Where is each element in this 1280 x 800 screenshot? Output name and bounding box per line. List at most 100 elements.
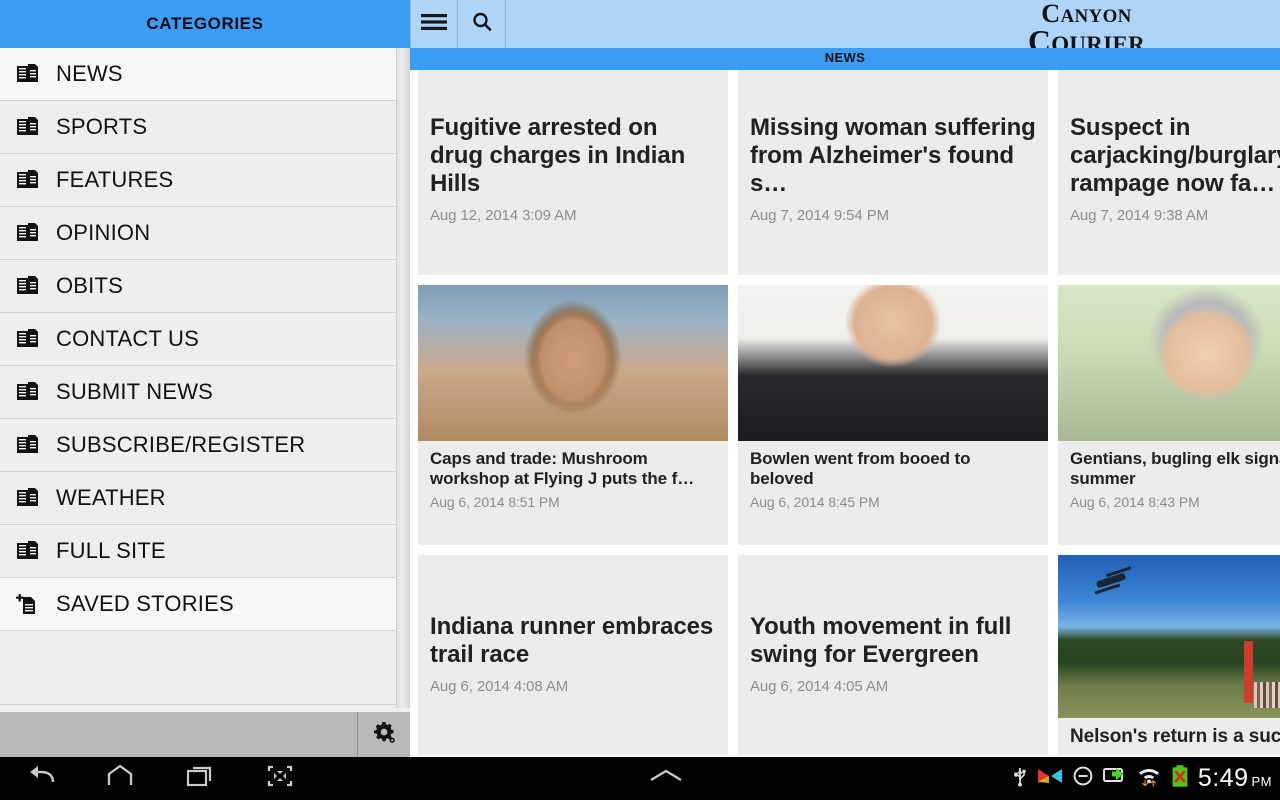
tab-news[interactable]: NEWS <box>410 50 1280 65</box>
back-arrow-icon <box>23 763 57 794</box>
search-icon <box>470 10 494 39</box>
expand-status-bar-button[interactable] <box>320 766 1012 791</box>
article-title: Suspect in carjacking/burglary rampage n… <box>1070 114 1280 198</box>
wifi-icon <box>1136 764 1162 793</box>
article-card[interactable]: Gentians, bugling elk signal end of summ… <box>1058 285 1280 545</box>
article-title: Gentians, bugling elk signal end of summ… <box>1070 449 1280 489</box>
sidebar-item-news[interactable]: NEWS <box>0 48 410 101</box>
article-card[interactable]: Caps and trade: Mushroom workshop at Fly… <box>418 285 728 545</box>
documents-icon <box>14 167 40 193</box>
drawer-title: CATEGORIES <box>0 0 410 48</box>
home-icon <box>105 763 135 794</box>
article-card[interactable]: Bowlen went from booed to beloved Aug 6,… <box>738 285 1048 545</box>
sidebar-item-label: SAVED STORIES <box>56 591 234 616</box>
sidebar-item-weather[interactable]: WEATHER <box>0 472 410 525</box>
article-date: Aug 12, 2014 3:09 AM <box>430 207 577 225</box>
woman-photo <box>1058 285 1280 441</box>
article-thumbnail <box>738 285 1048 441</box>
crowd-detail <box>1254 682 1280 708</box>
sidebar-item-sports[interactable]: SPORTS <box>0 101 410 154</box>
sidebar-item-label: SPORTS <box>56 114 148 139</box>
helicopter-race-photo <box>1058 555 1280 718</box>
sidebar-item-submit-news[interactable]: SUBMIT NEWS <box>0 366 410 419</box>
documents-icon <box>14 538 40 564</box>
drawer-item-list: NEWS SPORTS FEATURES OPINION OBITS CONTA… <box>0 48 410 705</box>
article-card[interactable]: Nelson's return is a success <box>1058 555 1280 755</box>
sidebar-item-label: CONTACT US <box>56 326 199 351</box>
article-title: Youth movement in full swing for Evergre… <box>750 613 1012 669</box>
article-card-body: Missing woman suffering from Alzheimer's… <box>738 70 1048 234</box>
drawer-footer-bar <box>0 712 410 757</box>
girl-photo <box>418 285 728 441</box>
article-grid: Fugitive arrested on drug charges in Ind… <box>410 70 1280 757</box>
recent-apps-button[interactable] <box>160 757 240 800</box>
sidebar-item-obits[interactable]: OBITS <box>0 260 410 313</box>
category-tab-bar[interactable]: NEWS <box>410 48 1280 70</box>
screenshot-icon <box>266 763 294 794</box>
document-add-icon <box>14 591 40 617</box>
drawer-scrollbar[interactable] <box>396 48 410 708</box>
sidebar-item-label: OPINION <box>56 220 151 245</box>
article-content-pane: CANYON COURIER NEWS Fugitive arrested on… <box>410 0 1280 757</box>
sidebar-item-saved-stories[interactable]: SAVED STORIES <box>0 578 410 631</box>
battery-error-icon <box>1170 764 1190 793</box>
article-card[interactable]: Fugitive arrested on drug charges in Ind… <box>418 70 728 275</box>
navigation-drawer: CATEGORIES NEWS SPORTS FEATURES OPINION … <box>0 0 410 757</box>
hamburger-menu-button[interactable] <box>410 0 458 48</box>
article-card[interactable]: Suspect in carjacking/burglary rampage n… <box>1058 70 1280 275</box>
article-card-body: Caps and trade: Mushroom workshop at Fly… <box>418 441 728 518</box>
article-title: Caps and trade: Mushroom workshop at Fly… <box>430 449 695 489</box>
sidebar-item-label: WEATHER <box>56 485 166 510</box>
sidebar-item-label: OBITS <box>56 273 124 298</box>
hamburger-menu-icon <box>419 11 449 38</box>
drawer-empty-space <box>0 631 410 705</box>
sidebar-item-subscribe-register[interactable]: SUBSCRIBE/REGISTER <box>0 419 410 472</box>
sidebar-item-label: FULL SITE <box>56 538 166 563</box>
man-photo <box>738 285 1048 441</box>
article-card-body: Fugitive arrested on drug charges in Ind… <box>418 70 728 234</box>
article-date: Aug 6, 2014 8:51 PM <box>430 493 560 510</box>
article-date: Aug 7, 2014 9:54 PM <box>750 207 890 225</box>
article-row-2: Caps and trade: Mushroom workshop at Fly… <box>410 285 1280 545</box>
search-button[interactable] <box>458 0 506 48</box>
article-date: Aug 6, 2014 4:05 AM <box>750 678 889 696</box>
sidebar-item-label: NEWS <box>56 61 123 86</box>
documents-icon <box>14 432 40 458</box>
documents-icon <box>14 114 40 140</box>
sidebar-item-features[interactable]: FEATURES <box>0 154 410 207</box>
article-title: Bowlen went from booed to beloved <box>750 449 971 489</box>
home-button[interactable] <box>80 757 160 800</box>
article-card[interactable]: Missing woman suffering from Alzheimer's… <box>738 70 1048 275</box>
drawer-footer-spacer <box>0 712 358 757</box>
sidebar-item-full-site[interactable]: FULL SITE <box>0 525 410 578</box>
screenshot-button[interactable] <box>240 757 320 800</box>
article-row-3: Indiana runner embraces trail race Aug 6… <box>410 555 1280 755</box>
android-navigation-bar: 5:49 PM <box>0 757 1280 800</box>
article-thumbnail <box>1058 285 1280 441</box>
sidebar-item-opinion[interactable]: OPINION <box>0 207 410 260</box>
article-card[interactable]: Indiana runner embraces trail race Aug 6… <box>418 555 728 755</box>
article-thumbnail <box>1058 555 1280 718</box>
article-card-body: Indiana runner embraces trail race Aug 6… <box>418 555 728 705</box>
article-date: Aug 7, 2014 9:38 AM <box>1070 207 1209 225</box>
screen-root: CATEGORIES NEWS SPORTS FEATURES OPINION … <box>0 0 1280 800</box>
article-card[interactable]: Youth movement in full swing for Evergre… <box>738 555 1048 755</box>
gear-icon <box>371 719 397 750</box>
sidebar-item-contact-us[interactable]: CONTACT US <box>0 313 410 366</box>
sidebar-item-label: SUBMIT NEWS <box>56 379 214 404</box>
sidebar-item-label: SUBSCRIBE/REGISTER <box>56 432 306 457</box>
do-not-disturb-icon <box>1072 765 1094 792</box>
article-card-body: Gentians, bugling elk signal end of summ… <box>1058 441 1280 518</box>
screen-share-icon <box>1102 766 1128 791</box>
documents-icon <box>14 485 40 511</box>
article-title: Indiana runner embraces trail race <box>430 613 714 669</box>
status-clock: 5:49 PM <box>1198 764 1272 793</box>
documents-icon <box>14 379 40 405</box>
documents-icon <box>14 61 40 87</box>
article-thumbnail <box>418 285 728 441</box>
documents-icon <box>14 326 40 352</box>
status-icon-tray[interactable]: 5:49 PM <box>1012 757 1280 800</box>
settings-button[interactable] <box>358 712 410 757</box>
article-card-body: Youth movement in full swing for Evergre… <box>738 555 1048 705</box>
back-button[interactable] <box>0 757 80 800</box>
